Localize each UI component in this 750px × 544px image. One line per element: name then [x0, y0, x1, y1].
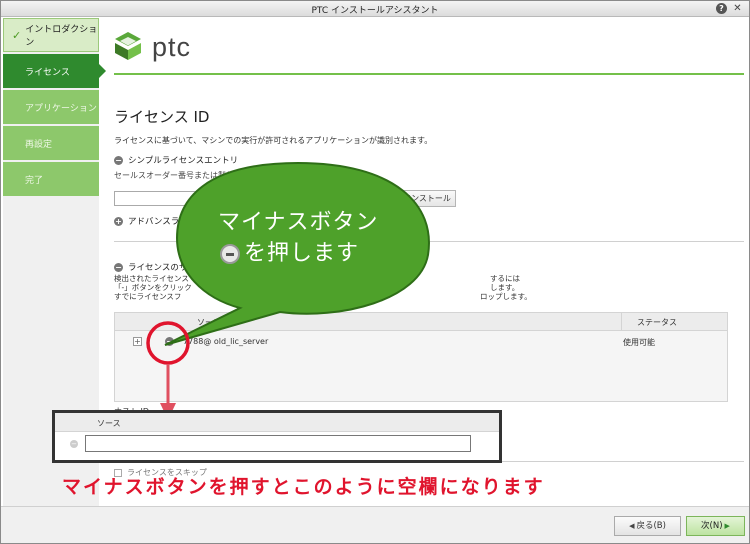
divider — [114, 241, 744, 242]
back-button[interactable]: ◀ 戻る(B) — [614, 516, 681, 536]
license-table: ソース ステータス + − 7788@ old_lic_server 使用可能 — [114, 312, 728, 402]
arrow-left-icon: ◀ — [629, 522, 635, 530]
sidebar-item-label: イントロダクション — [25, 25, 98, 48]
sidebar-item-label: アプリケーション — [25, 103, 97, 114]
column-header-source: ソース — [197, 318, 221, 327]
table-header: ソース ステータス — [115, 313, 727, 331]
page-description: ライセンスに基づいて、マシンでの実行が許可されるアプリケーションが識別されます。 — [114, 136, 433, 145]
divider — [114, 73, 744, 75]
section-label: ライセンスのサマ — [128, 263, 196, 273]
table-row[interactable]: + − 7788@ old_lic_server 使用可能 — [115, 333, 727, 351]
section-label: アドバンスライ — [128, 217, 188, 227]
window-title: PTC インストールアシスタント — [311, 6, 439, 16]
add-icon[interactable]: + — [133, 337, 142, 346]
install-button[interactable]: インストール — [398, 190, 456, 207]
close-icon[interactable]: ✕ — [732, 3, 743, 14]
result-callout: ソース − — [52, 410, 502, 463]
check-icon: ✓ — [12, 28, 22, 42]
column-separator — [621, 313, 622, 331]
advanced-license-section-header[interactable]: + アドバンスライ — [114, 215, 188, 227]
next-label: 次(N) — [701, 521, 723, 531]
minus-button-icon — [220, 243, 240, 264]
license-source: 7788@ old_lic_server — [183, 337, 269, 346]
page-title: ライセンス ID — [114, 108, 210, 126]
summary-text: ロップします。 — [480, 292, 532, 301]
simple-license-section-header[interactable]: − シンプルライセンスエントリ — [114, 154, 238, 166]
sidebar-item-applications[interactable]: アプリケーション — [3, 90, 99, 124]
bubble-line-1: マイナスボタン — [218, 210, 379, 235]
license-status: 使用可能 — [623, 338, 655, 347]
result-table-header: ソース — [55, 413, 499, 432]
column-header-status: ステータス — [637, 318, 677, 327]
expand-icon[interactable]: + — [114, 216, 123, 226]
title-bar: PTC インストールアシスタント ? ✕ — [1, 1, 749, 17]
back-label: 戻る(B) — [636, 521, 666, 531]
sidebar-item-label: 完了 — [25, 175, 44, 186]
section-label: シンプルライセンスエントリ — [128, 156, 239, 166]
sidebar-item-introduction[interactable]: ✓ イントロダクション — [3, 18, 99, 52]
sidebar-item-label: ライセンス — [25, 67, 70, 78]
sales-order-label: セールスオーダー番号または製品 — [114, 171, 234, 180]
bubble-line-2: を押します — [244, 241, 360, 266]
collapse-icon[interactable]: − — [114, 155, 123, 165]
ptc-logo-icon — [115, 32, 141, 60]
column-header-source: ソース — [97, 419, 121, 428]
footer-bar: ◀ 戻る(B) 次(N) ▶ — [1, 506, 749, 543]
question-icon[interactable]: ? — [716, 3, 727, 14]
sidebar-item-finish[interactable]: 完了 — [3, 162, 99, 196]
summary-text: すでにライセンスフ — [114, 292, 182, 301]
sidebar-item-label: 再設定 — [25, 139, 53, 150]
bubble-text: マイナスボタン を押します — [218, 207, 379, 269]
sales-order-input[interactable] — [114, 191, 394, 206]
brand-name: ptc — [152, 32, 192, 62]
license-summary-section-header[interactable]: − ライセンスのサマ — [114, 261, 196, 273]
empty-source-field — [85, 435, 471, 452]
sidebar-item-license[interactable]: ライセンス — [3, 54, 106, 88]
arrow-right-icon: ▶ — [724, 522, 730, 530]
collapse-icon[interactable]: − — [114, 262, 123, 272]
remove-icon: − — [70, 440, 78, 448]
next-button[interactable]: 次(N) ▶ — [686, 516, 745, 536]
remove-icon[interactable]: − — [165, 337, 174, 346]
annotation-caption: マイナスボタンを押すとこのように空欄になります — [62, 476, 545, 498]
sidebar-item-reconfigure[interactable]: 再設定 — [3, 126, 99, 160]
